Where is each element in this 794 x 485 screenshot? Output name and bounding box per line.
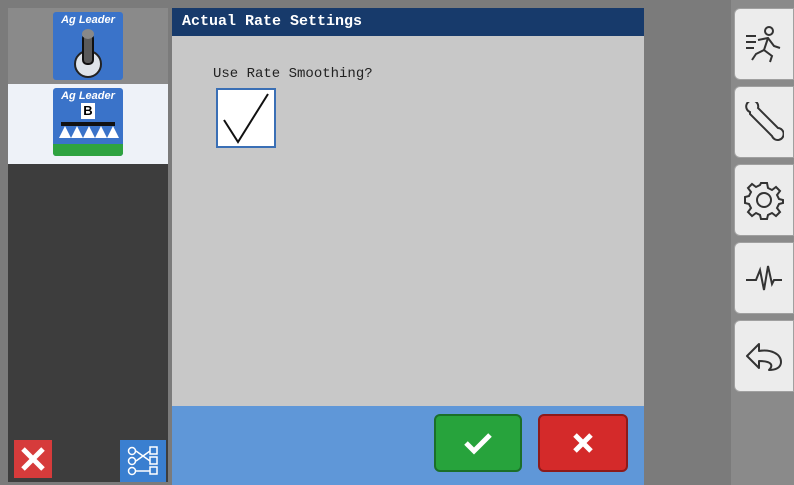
run-screen-button[interactable] <box>734 8 794 80</box>
back-arrow-icon <box>746 343 782 371</box>
app-slot-1[interactable]: Ag Leader <box>8 8 168 84</box>
close-button[interactable] <box>14 440 52 478</box>
function-assignment-icon <box>127 446 158 476</box>
right-toolbar <box>731 0 794 485</box>
cancel-button[interactable] <box>538 414 628 472</box>
diagnostics-button[interactable] <box>734 242 794 314</box>
dialog-title: Actual Rate Settings <box>172 8 644 36</box>
rate-smoothing-label: Use Rate Smoothing? <box>213 66 373 82</box>
function-assignment-button[interactable] <box>120 440 166 482</box>
app-rail: Ag Leader Ag Leader B <box>8 8 168 482</box>
sprayer-boom-icon <box>53 122 123 156</box>
gear-icon <box>744 182 784 220</box>
rate-smoothing-checkbox[interactable] <box>216 88 276 148</box>
back-button[interactable] <box>734 320 794 392</box>
setup-button[interactable] <box>734 164 794 236</box>
app-slot-2[interactable]: Ag Leader B <box>8 84 168 164</box>
wrench-icon <box>745 102 784 141</box>
accept-button[interactable] <box>434 414 522 472</box>
tools-button[interactable] <box>734 86 794 158</box>
display-screen: Ag Leader Ag Leader B Actual Rate Settin… <box>0 0 794 485</box>
diagnostics-pulse-icon <box>746 265 782 291</box>
close-icon <box>21 447 45 471</box>
checkmark-icon <box>223 93 269 144</box>
dialog-footer <box>172 406 644 485</box>
toggle-switch-icon <box>74 29 102 78</box>
settings-dialog: Actual Rate Settings Use Rate Smoothing? <box>172 8 644 485</box>
checkmark-icon <box>464 433 492 455</box>
app-tile-sprayer[interactable]: Ag Leader B <box>53 88 123 156</box>
app-tile-toggle[interactable]: Ag Leader <box>53 12 123 80</box>
run-icon <box>746 26 781 63</box>
close-icon <box>573 433 593 453</box>
